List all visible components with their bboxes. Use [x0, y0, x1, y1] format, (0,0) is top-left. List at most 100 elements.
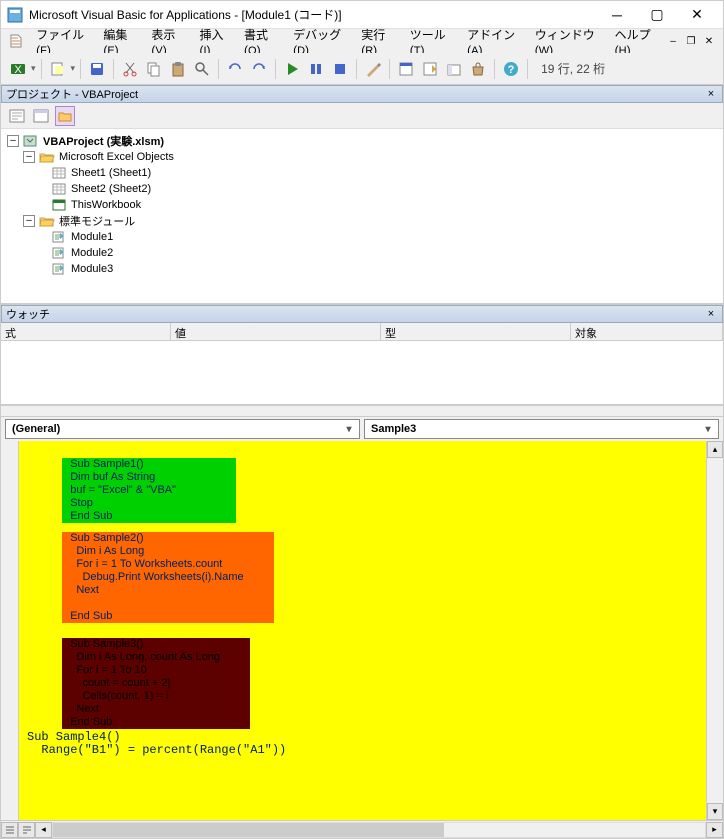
module-icon: [51, 230, 67, 244]
vertical-scrollbar[interactable]: ▴ ▾: [706, 441, 723, 820]
cut-button[interactable]: [119, 58, 141, 80]
svg-text:?: ?: [508, 64, 515, 76]
horizontal-scrollbar[interactable]: ◂ ▸: [1, 820, 723, 838]
tree-item-label: Module1: [71, 231, 113, 243]
close-button[interactable]: ✕: [677, 2, 717, 28]
worksheet-icon: [51, 166, 67, 180]
toolbox-button[interactable]: [467, 58, 489, 80]
folder-open-icon: [39, 150, 55, 164]
splitter[interactable]: [1, 405, 723, 417]
collapse-icon[interactable]: –: [23, 151, 35, 163]
dropdown-arrow-icon: ▾: [700, 424, 716, 435]
scroll-up-button[interactable]: ▴: [707, 441, 723, 458]
scrollbar-track[interactable]: [707, 458, 723, 803]
undo-button[interactable]: [224, 58, 246, 80]
excel-objects-label: Microsoft Excel Objects: [59, 151, 174, 163]
panel-close-button[interactable]: ×: [704, 88, 718, 100]
scroll-right-button[interactable]: ▸: [706, 822, 723, 838]
main-toolbar: X ▾ ▾ ? 19 行, 22 桁: [1, 53, 723, 85]
design-mode-button[interactable]: [362, 58, 384, 80]
scrollbar-thumb[interactable]: [53, 823, 444, 837]
view-code-button[interactable]: [7, 106, 27, 126]
project-explorer-button[interactable]: [395, 58, 417, 80]
dropdown-arrow-icon: ▾: [341, 424, 357, 435]
watch-col-expr[interactable]: 式: [1, 323, 171, 340]
dropdown-arrow-icon[interactable]: ▾: [71, 63, 76, 74]
find-button[interactable]: [191, 58, 213, 80]
mdi-minimize-button[interactable]: –: [665, 34, 681, 48]
toggle-folders-button[interactable]: [55, 106, 75, 126]
procedure-dropdown[interactable]: Sample3 ▾: [364, 419, 719, 439]
vba-app-icon: [7, 7, 23, 23]
tree-folder-excel-objects[interactable]: – Microsoft Excel Objects: [7, 149, 717, 165]
watch-col-type[interactable]: 型: [381, 323, 571, 340]
help-button[interactable]: ?: [500, 58, 522, 80]
scroll-down-button[interactable]: ▾: [707, 803, 723, 820]
svg-text:X: X: [14, 64, 22, 76]
tree-item-module[interactable]: Module1: [7, 229, 717, 245]
mdi-close-button[interactable]: ✕: [701, 34, 717, 48]
project-tree: – VBAProject (実験.xlsm) – Microsoft Excel…: [1, 129, 723, 304]
tree-item-label: Module2: [71, 247, 113, 259]
tree-item-sheet[interactable]: Sheet2 (Sheet2): [7, 181, 717, 197]
save-button[interactable]: [86, 58, 108, 80]
view-excel-button[interactable]: X: [7, 58, 29, 80]
object-dropdown[interactable]: (General) ▾: [5, 419, 360, 439]
code-body[interactable]: Sub Sample1() Dim buf As String buf = "E…: [19, 441, 723, 820]
scrollbar-track[interactable]: [52, 822, 706, 838]
insert-button[interactable]: [47, 58, 69, 80]
tree-item-sheet[interactable]: Sheet1 (Sheet1): [7, 165, 717, 181]
project-root-label: VBAProject (実験.xlsm): [43, 133, 164, 149]
tree-item-sheet[interactable]: ThisWorkbook: [7, 197, 717, 213]
tree-item-label: Sheet1 (Sheet1): [71, 167, 151, 179]
procedure-dropdown-value: Sample3: [371, 423, 416, 435]
tree-root[interactable]: – VBAProject (実験.xlsm): [7, 133, 717, 149]
dropdown-arrow-icon[interactable]: ▾: [31, 63, 36, 74]
collapse-icon[interactable]: –: [23, 215, 35, 227]
redo-button[interactable]: [248, 58, 270, 80]
code-editor[interactable]: Sub Sample1() Dim buf As String buf = "E…: [1, 441, 723, 820]
full-module-view-button[interactable]: [18, 822, 35, 838]
code-dropdown-row: (General) ▾ Sample3 ▾: [1, 417, 723, 441]
project-panel-header: プロジェクト - VBAProject ×: [1, 85, 723, 103]
watch-body[interactable]: [1, 341, 723, 405]
procedure-view-button[interactable]: [1, 822, 18, 838]
cursor-position-status: 19 行, 22 桁: [541, 60, 605, 77]
break-button[interactable]: [305, 58, 327, 80]
tree-item-label: Sheet2 (Sheet2): [71, 183, 151, 195]
watch-columns: 式 値 型 対象: [1, 323, 723, 341]
worksheet-icon: [51, 182, 67, 196]
reset-button[interactable]: [329, 58, 351, 80]
code-block-2: Sub Sample2() Dim i As Long For i = 1 To…: [19, 519, 723, 636]
vba-project-icon: [23, 134, 39, 148]
watch-pane: ウォッチ × 式 値 型 対象: [1, 304, 723, 405]
run-button[interactable]: [281, 58, 303, 80]
paste-button[interactable]: [167, 58, 189, 80]
collapse-icon[interactable]: –: [7, 135, 19, 147]
window-title: Microsoft Visual Basic for Applications …: [29, 6, 597, 23]
folder-open-icon: [39, 214, 55, 228]
copy-button[interactable]: [143, 58, 165, 80]
tree-item-label: ThisWorkbook: [71, 199, 141, 211]
mdi-document-icon: [7, 31, 24, 51]
tree-item-module[interactable]: Module2: [7, 245, 717, 261]
mdi-controls: – ❐ ✕: [665, 34, 721, 48]
watch-col-value[interactable]: 値: [171, 323, 381, 340]
scroll-left-button[interactable]: ◂: [35, 822, 52, 838]
worksheet-icon: [51, 198, 67, 212]
panel-close-button[interactable]: ×: [704, 308, 718, 320]
properties-button[interactable]: [419, 58, 441, 80]
project-panel-title: プロジェクト - VBAProject: [6, 86, 138, 102]
std-modules-label: 標準モジュール: [59, 213, 135, 229]
tree-folder-modules[interactable]: – 標準モジュール: [7, 213, 717, 229]
object-browser-button[interactable]: [443, 58, 465, 80]
code-block-3: Sub Sample3() Dim i As Long, count As Lo…: [19, 625, 723, 742]
tree-item-module[interactable]: Module3: [7, 261, 717, 277]
code-block-4: Sub Sample4() Range("B1") = percent(Rang…: [27, 731, 723, 757]
module-icon: [51, 246, 67, 260]
watch-panel-header: ウォッチ ×: [1, 305, 723, 323]
mdi-restore-button[interactable]: ❐: [683, 34, 699, 48]
view-object-button[interactable]: [31, 106, 51, 126]
menubar: ファイル(F)編集(E)表示(V)挿入(I)書式(O)デバッグ(D)実行(R)ツ…: [1, 29, 723, 53]
watch-col-target[interactable]: 対象: [571, 323, 723, 340]
